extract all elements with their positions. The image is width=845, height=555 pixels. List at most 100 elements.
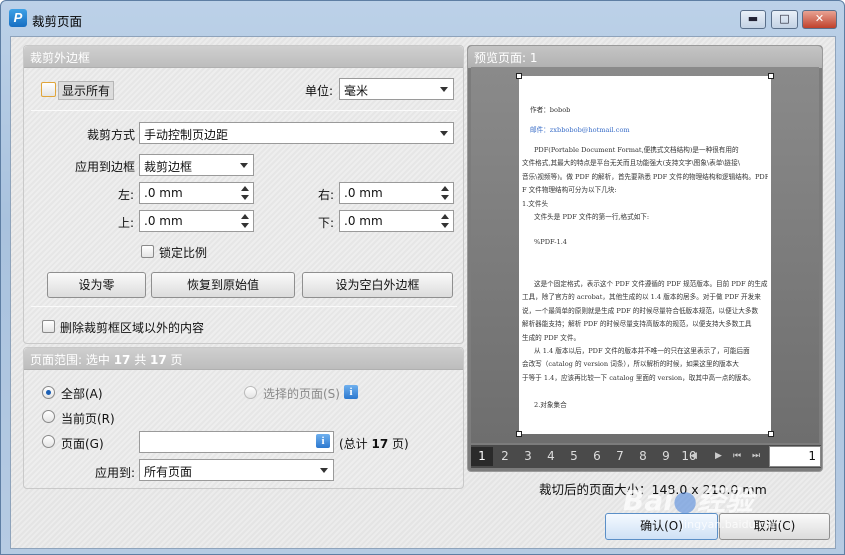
current-page-label[interactable]: 当前页(R) [61, 410, 115, 427]
spin-up-icon[interactable] [441, 214, 449, 219]
restore-original-button[interactable]: 恢复到原始值 [151, 272, 295, 298]
page-text-line: F 文件物理结构可分为以下几块: [522, 186, 617, 195]
chevron-down-icon [320, 468, 328, 473]
pages-radio[interactable] [42, 435, 55, 448]
top-margin-value: .0 mm [144, 214, 183, 228]
show-all-checkbox[interactable] [41, 82, 56, 97]
page-range-suffix: 页 [166, 353, 183, 367]
pages-label[interactable]: 页面(G) [61, 435, 104, 452]
unit-select-value: 毫米 [344, 84, 369, 98]
spin-down-icon[interactable] [441, 195, 449, 200]
close-button[interactable]: ✕ [802, 10, 837, 29]
last-page-icon[interactable]: ⏭ [752, 451, 760, 461]
apply-to-value: 所有页面 [144, 465, 193, 479]
page-range-header: 页面范围: 选中 17 共 17 页 [24, 348, 463, 370]
page-text-line: 解析器能支持；解析 PDF 的时候尽量支持高版本的规范，以便支持大多数工具 [522, 320, 752, 329]
spin-up-icon[interactable] [441, 186, 449, 191]
page-text-line: 文件头是 PDF 文件的第一行,格式如下: [534, 213, 650, 221]
spin-up-icon[interactable] [241, 214, 249, 219]
total-count: 17 [150, 353, 167, 367]
delete-outside-label[interactable]: 删除裁剪框区域以外的内容 [60, 319, 204, 336]
next-page-icon[interactable]: ▶ [715, 451, 722, 461]
apply-to-select[interactable]: 所有页面 [139, 459, 334, 481]
page-button-8[interactable]: 8 [632, 447, 654, 466]
spin-down-icon[interactable] [241, 195, 249, 200]
crop-margins-header: 裁剪外边框 [24, 46, 463, 68]
set-white-margin-button[interactable]: 设为空白外边框 [302, 272, 453, 298]
crop-method-value: 手动控制页边距 [144, 128, 229, 142]
left-margin-label: 左: [118, 188, 135, 202]
preview-page[interactable]: 作者：bobob 邮件：zxbbobob@hotmail.com PDF(Porta… [519, 76, 771, 434]
info-icon[interactable]: i [344, 385, 358, 399]
page-text-line: 邮件：zxbbobob@hotmail.com [530, 126, 630, 134]
crop-page-dialog: P 裁剪页面 ▬ □ ✕ 裁剪外边框 显示所有 单位: 毫米 裁剪方式 手动控制… [0, 0, 845, 555]
bottom-margin-value: .0 mm [344, 214, 383, 228]
page-text-line: 音乐\视频等)。做 PDF 的解析，首先要熟悉 PDF 文件的物理结构和逻辑结构… [522, 172, 768, 181]
page-text-line: 文件格式,其最大的特点是平台无关而且功能强大(支持文字\图象\表单\链接\ [522, 159, 740, 168]
crop-method-label: 裁剪方式 [87, 128, 136, 142]
info-icon[interactable]: i [316, 434, 330, 448]
crop-handle-bottom-left[interactable] [516, 431, 522, 437]
page-text-line: 2.对象集合 [534, 400, 567, 409]
lock-ratio-checkbox[interactable] [141, 245, 154, 258]
show-all-label[interactable]: 显示所有 [58, 81, 115, 100]
right-margin-value: .0 mm [344, 186, 383, 200]
previous-page-icon[interactable]: ◀ [690, 451, 697, 461]
crop-handle-top-left[interactable] [516, 73, 522, 79]
top-margin-input[interactable]: .0 mm [139, 210, 254, 232]
watermark-url: jingyan.baidu.com [681, 518, 783, 531]
crop-method-select[interactable]: 手动控制页边距 [139, 122, 454, 144]
watermark-paw-icon: ● [672, 484, 698, 517]
page-text-line: 会改写（catalog 的 version 词条），所以解析的时候，如果这里的版… [522, 360, 739, 369]
first-page-icon[interactable]: ⏮ [733, 451, 741, 461]
preview-header: 预览页面: 1 [468, 46, 822, 68]
unit-select[interactable]: 毫米 [339, 78, 454, 100]
page-button-1[interactable]: 1 [471, 447, 493, 466]
watermark-brand-2: 经验 [697, 484, 754, 517]
delete-outside-checkbox[interactable] [42, 320, 55, 333]
all-pages-label[interactable]: 全部(A) [61, 385, 103, 402]
baidu-watermark: Bai●经验 [623, 479, 753, 519]
page-button-7[interactable]: 7 [609, 447, 631, 466]
spin-down-icon[interactable] [241, 223, 249, 228]
bottom-margin-input[interactable]: .0 mm [339, 210, 454, 232]
page-button-6[interactable]: 6 [586, 447, 608, 466]
page-button-2[interactable]: 2 [494, 447, 516, 466]
page-text-line: PDF(Portable Document Format,便携式文档结构)是一种… [534, 146, 739, 154]
spin-down-icon[interactable] [441, 223, 449, 228]
page-button-4[interactable]: 4 [540, 447, 562, 466]
page-button-5[interactable]: 5 [563, 447, 585, 466]
apply-to-box-select[interactable]: 裁剪边框 [139, 154, 254, 176]
window-title: 裁剪页面 [32, 14, 83, 29]
app-logo-icon: P [9, 9, 27, 27]
right-margin-input[interactable]: .0 mm [339, 182, 454, 204]
divider [31, 110, 457, 111]
crop-handle-bottom-right[interactable] [768, 431, 774, 437]
apply-to-box-value: 裁剪边框 [144, 160, 193, 174]
page-button-9[interactable]: 9 [655, 447, 677, 466]
page-text-line: 于等于 1.4，应该再比较一下 catalog 里面的 version，取其中高… [522, 373, 755, 382]
current-page-radio[interactable] [42, 410, 55, 423]
selected-pages-radio[interactable] [244, 386, 257, 399]
page-button-3[interactable]: 3 [517, 447, 539, 466]
top-margin-label: 上: [118, 216, 135, 230]
page-text-line: 工具，除了官方的 acrobat，其他生成的以 1.4 版本的居多。对于做 PD… [522, 293, 761, 302]
lock-ratio-label[interactable]: 锁定比例 [159, 244, 207, 261]
page-text-line: 1.文件头 [522, 199, 549, 208]
selected-count: 17 [113, 353, 131, 367]
right-margin-label: 右: [318, 188, 335, 202]
selected-pages-label[interactable]: 选择的页面(S) [263, 385, 340, 402]
pages-input[interactable] [139, 431, 334, 453]
minimize-button[interactable]: ▬ [740, 10, 766, 29]
crop-handle-top-right[interactable] [768, 73, 774, 79]
maximize-button[interactable]: □ [771, 10, 798, 29]
all-pages-radio[interactable] [42, 386, 55, 399]
set-zero-button[interactable]: 设为零 [47, 272, 146, 298]
unit-label: 单位: [305, 84, 334, 98]
left-margin-input[interactable]: .0 mm [139, 182, 254, 204]
page-text-line: 作者：bobob [530, 106, 571, 114]
page-text-line: 生成的 PDF 文件。 [522, 333, 581, 342]
spin-up-icon[interactable] [241, 186, 249, 191]
divider [31, 306, 457, 307]
page-number-input[interactable]: 1 [769, 446, 821, 467]
